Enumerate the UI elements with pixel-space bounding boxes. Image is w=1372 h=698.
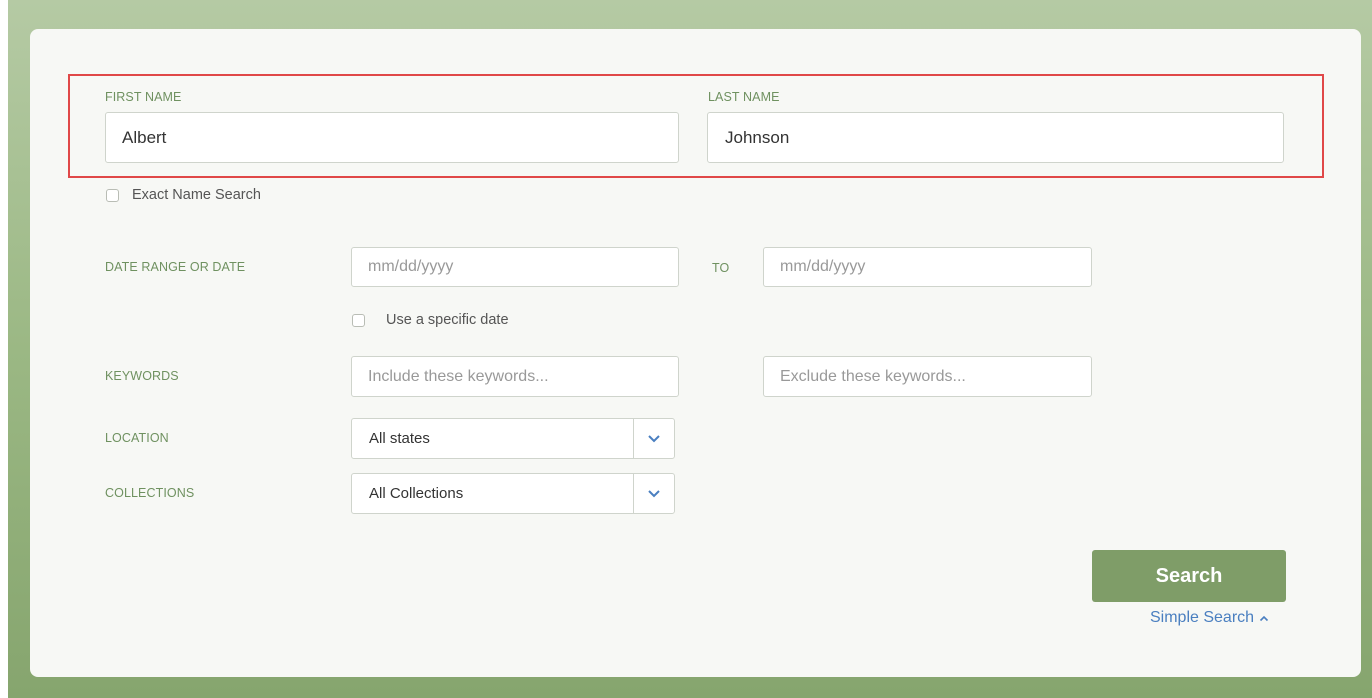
first-name-label: FIRST NAME: [105, 90, 182, 104]
date-range-label: DATE RANGE OR DATE: [105, 260, 246, 274]
exact-name-label: Exact Name Search: [132, 187, 261, 203]
simple-search-label: Simple Search: [1150, 609, 1255, 626]
chevron-down-icon: [648, 490, 660, 498]
collections-select[interactable]: All Collections: [351, 473, 675, 514]
location-label: LOCATION: [105, 431, 169, 445]
date-to-label: TO: [712, 261, 730, 275]
specific-date-label: Use a specific date: [386, 312, 509, 328]
chevron-up-icon: [1259, 615, 1269, 621]
keywords-label: KEYWORDS: [105, 369, 179, 383]
location-dropdown-toggle[interactable]: [633, 419, 674, 458]
last-name-label: LAST NAME: [708, 90, 780, 104]
date-to-input[interactable]: mm/dd/yyyy: [763, 247, 1092, 287]
specific-date-row: Use a specific date: [352, 312, 509, 328]
last-name-input[interactable]: Johnson: [707, 112, 1284, 163]
exact-name-checkbox[interactable]: [106, 188, 119, 202]
collections-label: COLLECTIONS: [105, 486, 195, 500]
date-from-input[interactable]: mm/dd/yyyy: [351, 247, 679, 287]
search-button[interactable]: Search: [1092, 550, 1286, 602]
collections-selected: All Collections: [369, 485, 464, 502]
specific-date-checkbox[interactable]: [352, 313, 365, 327]
exclude-keywords-input[interactable]: Exclude these keywords...: [763, 356, 1092, 397]
chevron-down-icon: [648, 435, 660, 443]
first-name-input[interactable]: Albert: [105, 112, 679, 163]
include-keywords-input[interactable]: Include these keywords...: [351, 356, 679, 397]
collections-dropdown-toggle[interactable]: [633, 474, 674, 513]
exact-name-search-row: Exact Name Search: [106, 187, 261, 203]
location-select[interactable]: All states: [351, 418, 675, 459]
location-selected: All states: [369, 430, 430, 447]
simple-search-link[interactable]: Simple Search: [1150, 609, 1269, 627]
